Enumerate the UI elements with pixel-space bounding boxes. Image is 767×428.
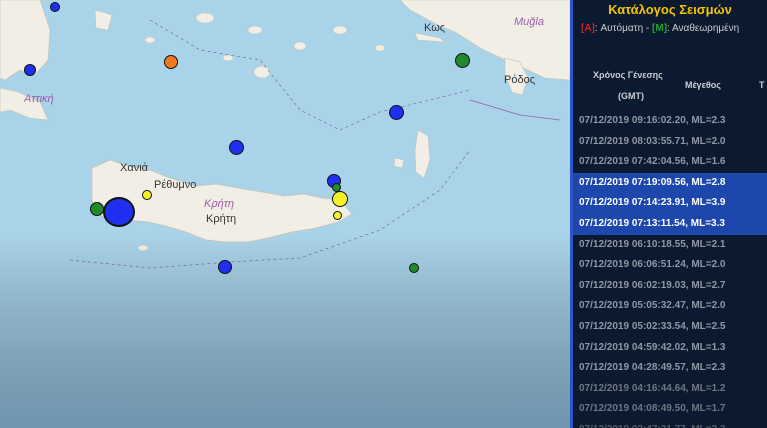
place-kriti-upper: Κρήτη <box>204 198 234 210</box>
catalog-row[interactable]: 07/12/2019 07:42:04.56, ML=1.6 <box>573 152 767 173</box>
place-chania: Χανιά <box>120 162 148 174</box>
header-origin-time[interactable]: Χρόνος Γένεσης <box>593 70 663 80</box>
quake-marker[interactable] <box>389 105 404 120</box>
header-extra-column[interactable]: Τ <box>759 80 765 90</box>
quake-marker[interactable] <box>218 260 232 274</box>
earthquake-catalog-panel: Κατάλογος Σεισμών [A]: Αυτόματη - [M]: Α… <box>570 0 767 428</box>
place-rodos: Ρόδος <box>504 74 535 86</box>
header-magnitude[interactable]: Μέγεθος <box>685 80 721 90</box>
catalog-row[interactable]: 07/12/2019 08:03:55.71, ML=2.0 <box>573 132 767 153</box>
seismic-map[interactable]: Αττική Κως Muğla Ρόδος Χανιά Ρέθυμνο Κρή… <box>0 0 570 428</box>
catalog-row[interactable]: 07/12/2019 07:13:11.54, ML=3.3 <box>573 213 767 235</box>
quake-marker[interactable] <box>24 64 36 76</box>
quake-marker[interactable] <box>409 263 419 273</box>
place-rethymno: Ρέθυμνο <box>154 179 197 191</box>
catalog-row[interactable]: 07/12/2019 05:02:33.54, ML=2.5 <box>573 317 767 338</box>
legend-auto-text: : Αυτόματη - <box>594 23 653 34</box>
legend-manual-text: : Αναθεωρημένη <box>667 23 740 34</box>
catalog-header: Χρόνος Γένεσης (GMT) Μέγεθος Τ <box>573 62 767 110</box>
header-gmt: (GMT) <box>618 91 644 101</box>
quake-marker[interactable] <box>90 202 104 216</box>
catalog-row[interactable]: 07/12/2019 06:06:51.24, ML=2.0 <box>573 255 767 276</box>
catalog-list: 07/12/2019 09:16:02.20, ML=2.3 07/12/2019… <box>573 111 767 428</box>
catalog-row[interactable]: 07/12/2019 07:14:23.91, ML=3.9 <box>573 193 767 214</box>
legend-auto-code: [A] <box>581 23 595 34</box>
catalog-row[interactable]: 07/12/2019 04:28:49.57, ML=2.3 <box>573 358 767 379</box>
quake-marker[interactable] <box>50 2 60 12</box>
catalog-row[interactable]: 07/12/2019 04:16:44.64, ML=1.2 <box>573 379 767 400</box>
quake-marker[interactable] <box>333 211 342 220</box>
quake-marker[interactable] <box>332 191 348 207</box>
place-kriti-lower: Κρήτη <box>206 213 237 225</box>
place-mugla: Muğla <box>514 16 544 28</box>
legend-manual-code: [M] <box>652 23 668 34</box>
catalog-row[interactable]: 07/12/2019 09:16:02.20, ML=2.3 <box>573 111 767 132</box>
quake-marker[interactable] <box>164 55 178 69</box>
catalog-row[interactable]: 07/12/2019 06:02:19.03, ML=2.7 <box>573 276 767 297</box>
catalog-row[interactable]: 07/12/2019 02:47:31.77, ML=2.3 <box>573 420 767 428</box>
quake-marker[interactable] <box>229 140 244 155</box>
catalog-row[interactable]: 07/12/2019 04:08:49.50, ML=1.7 <box>573 399 767 420</box>
place-kos: Κως <box>424 22 446 34</box>
catalog-row[interactable]: 07/12/2019 05:05:32.47, ML=2.0 <box>573 296 767 317</box>
catalog-row[interactable]: 07/12/2019 04:59:42.02, ML=1.3 <box>573 338 767 359</box>
catalog-legend: [A]: Αυτόματη - [M]: Αναθεωρημένη <box>581 23 739 34</box>
quake-marker[interactable] <box>142 190 152 200</box>
quake-marker[interactable] <box>455 53 470 68</box>
place-attiki: Αττική <box>24 93 54 105</box>
quake-marker-large[interactable] <box>103 197 135 227</box>
catalog-row[interactable]: 07/12/2019 06:10:18.55, ML=2.1 <box>573 235 767 256</box>
catalog-row[interactable]: 07/12/2019 07:19:09.56, ML=2.8 <box>573 172 767 194</box>
map-base <box>0 0 570 428</box>
catalog-title: Κατάλογος Σεισμών <box>608 2 732 17</box>
